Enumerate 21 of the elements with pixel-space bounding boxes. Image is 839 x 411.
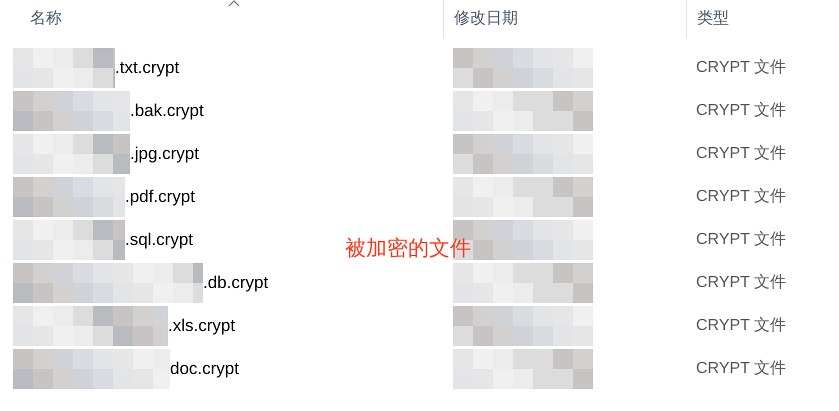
- column-header[interactable]: 类型: [686, 0, 839, 38]
- sort-caret-icon: [228, 0, 240, 7]
- file-name: doc.crypt: [170, 358, 239, 378]
- file-name: .xls.crypt: [168, 316, 236, 336]
- file-name: .jpg.crypt: [130, 144, 199, 164]
- file-type: CRYPT 文件: [695, 58, 786, 78]
- file-name: .txt.crypt: [115, 58, 180, 78]
- file-name: .bak.crypt: [130, 100, 204, 120]
- file-type: CRYPT 文件: [695, 100, 786, 121]
- file-type: CRYPT 文件: [695, 272, 786, 293]
- file-name: .sql.crypt: [125, 230, 194, 250]
- file-type: CRYPT 文件: [695, 316, 786, 336]
- column-header[interactable]: 名称: [0, 0, 443, 38]
- file-name: .db.crypt: [203, 272, 268, 292]
- file-type: CRYPT 文件: [695, 358, 786, 379]
- file-type: CRYPT 文件: [695, 230, 786, 250]
- file-name: .pdf.crypt: [125, 186, 195, 206]
- annotation-label: 被加密的文件: [345, 236, 471, 262]
- column-header[interactable]: 修改日期: [443, 0, 686, 38]
- file-type: CRYPT 文件: [695, 186, 786, 207]
- file-type: CRYPT 文件: [695, 144, 786, 164]
